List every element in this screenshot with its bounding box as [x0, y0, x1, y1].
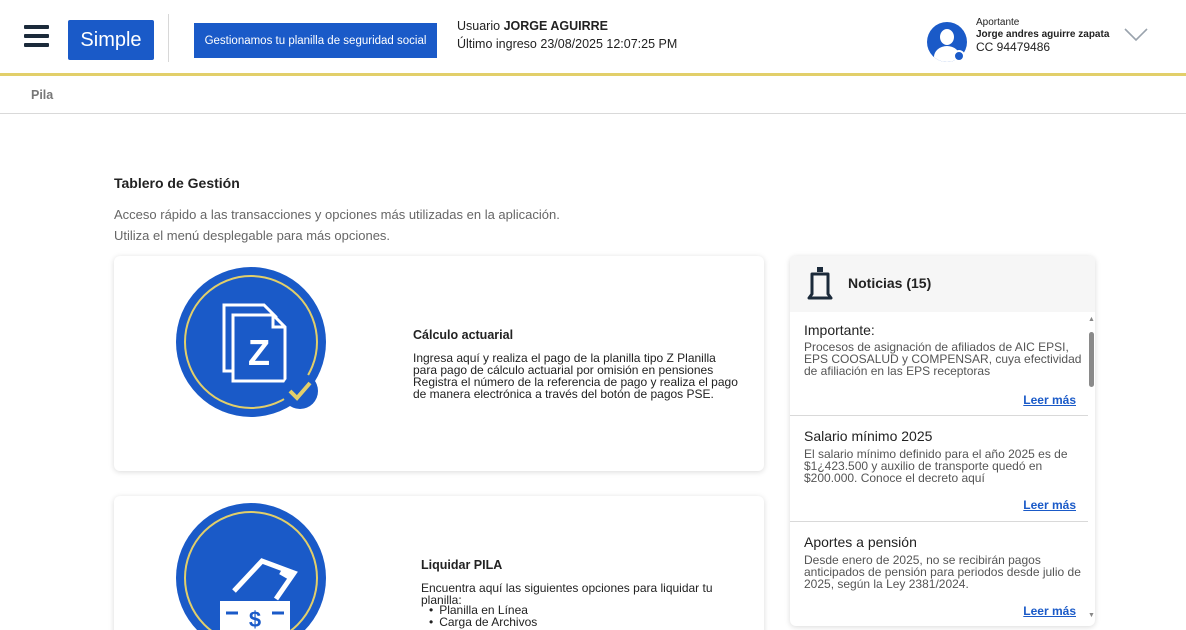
- account-role: Aportante: [976, 17, 1020, 28]
- news-scrollbar[interactable]: ▲ ▼: [1088, 312, 1095, 626]
- icon-letter: Z: [248, 332, 270, 373]
- news-item-title: Aportes a pensión: [804, 534, 917, 550]
- news-panel: Noticias (15) Importante: Procesos de as…: [790, 256, 1095, 626]
- menu-icon[interactable]: [24, 25, 49, 47]
- card-liquidar-pila[interactable]: $ Liquidar PILA Encuentra aquí las sigui…: [114, 496, 764, 630]
- news-item-text: El salario mínimo definido para el año 2…: [804, 447, 1068, 485]
- news-item: Importante: Procesos de asignación de af…: [790, 312, 1088, 416]
- news-title: Noticias (15): [848, 275, 932, 291]
- read-more-link[interactable]: Leer más: [1023, 498, 1076, 512]
- news-item-text: Desde enero de 2025, no se recibirán pag…: [804, 553, 1081, 591]
- account-info: Aportante Jorge andres aguirre zapata CC…: [976, 17, 1109, 53]
- subtitle-line-1: Acceso rápido a las transacciones y opci…: [114, 207, 560, 222]
- card-calculo-actuarial[interactable]: Z Cálculo actuarial Ingresa aquí y reali…: [114, 256, 764, 471]
- payment-icon: $: [176, 503, 326, 630]
- user-name: JORGE AGUIRRE: [503, 19, 608, 33]
- card-description: Ingresa aquí y realiza el pago de la pla…: [413, 351, 738, 401]
- user-info: Usuario JORGE AGUIRRE Último ingreso 23/…: [457, 17, 677, 53]
- logo[interactable]: Simple: [68, 20, 154, 60]
- header-divider: [168, 14, 169, 62]
- card-title: Liquidar PILA: [421, 558, 503, 572]
- news-item-title: Importante:: [804, 322, 875, 338]
- subtitle-line-2: Utiliza el menú desplegable para más opc…: [114, 228, 391, 243]
- read-more-link[interactable]: Leer más: [1023, 393, 1076, 407]
- scroll-down-icon[interactable]: ▼: [1088, 612, 1095, 619]
- svg-text:$: $: [249, 607, 261, 630]
- read-more-link[interactable]: Leer más: [1023, 604, 1076, 618]
- breadcrumb[interactable]: Pila: [31, 88, 53, 102]
- app-header: Simple Gestionamos tu planilla de seguri…: [0, 0, 1186, 76]
- tagline-banner: Gestionamos tu planilla de seguridad soc…: [194, 23, 437, 58]
- page-subtitle: Acceso rápido a las transacciones y opci…: [114, 204, 560, 246]
- card-title: Cálculo actuarial: [413, 328, 514, 342]
- account-document: CC 94479486: [976, 40, 1051, 54]
- bell-icon: [807, 267, 833, 300]
- news-item-text: Procesos de asignación de afiliados de A…: [804, 340, 1082, 378]
- option-carga-de-archivos[interactable]: Carga de Archivos: [429, 616, 537, 628]
- page-title: Tablero de Gestión: [114, 175, 240, 191]
- news-header: Noticias (15): [790, 256, 1095, 312]
- chevron-down-icon[interactable]: [1124, 28, 1148, 42]
- news-item: Aportes a pensión Desde enero de 2025, n…: [790, 522, 1088, 626]
- options-list: Planilla en Línea Carga de Archivos: [429, 604, 537, 628]
- last-login: Último ingreso 23/08/2025 12:07:25 PM: [457, 37, 678, 51]
- news-item-title: Salario mínimo 2025: [804, 428, 933, 444]
- verified-icon: [953, 50, 965, 62]
- scroll-thumb[interactable]: [1089, 332, 1094, 387]
- breadcrumb-bar: Pila: [0, 79, 1186, 114]
- document-z-icon: Z: [176, 267, 326, 417]
- scroll-up-icon[interactable]: ▲: [1088, 316, 1095, 323]
- user-prefix: Usuario: [457, 19, 501, 33]
- news-item: Salario mínimo 2025 El salario mínimo de…: [790, 416, 1088, 522]
